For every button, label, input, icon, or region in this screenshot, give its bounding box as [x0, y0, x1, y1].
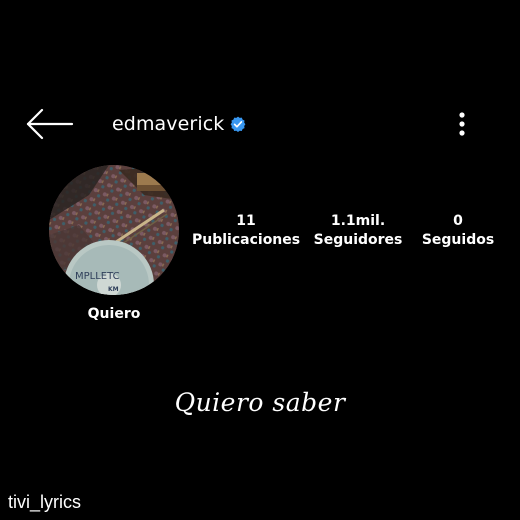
arrow-left-icon	[26, 108, 74, 140]
avatar-text-km: KM	[108, 286, 119, 293]
followers-count: 1.1mil.	[330, 213, 386, 229]
posts-label: Publicaciones	[192, 232, 301, 248]
verified-badge-icon	[230, 116, 246, 132]
stat-followers[interactable]: 1.1mil. Seguidores	[312, 212, 404, 250]
posts-count: 11	[236, 213, 256, 229]
avatar-image: MPLLETC KM ED	[49, 165, 179, 295]
username-row: edmaverick	[112, 110, 246, 138]
back-button[interactable]	[24, 106, 76, 142]
following-label: Seguidos	[421, 232, 495, 248]
more-vertical-icon	[459, 112, 465, 136]
following-count: 0	[453, 213, 463, 229]
stat-posts[interactable]: 11 Publicaciones	[192, 212, 300, 250]
profile-display-name: Quiero	[87, 306, 141, 322]
username: edmaverick	[112, 113, 225, 135]
followers-label: Seguidores	[313, 232, 403, 248]
lyric-caption: Quiero saber	[174, 388, 346, 417]
watermark-handle: tivi_lyrics	[8, 492, 82, 512]
avatar-text-mplletc: MPLLETC	[75, 271, 120, 282]
stat-following[interactable]: 0 Seguidos	[420, 212, 496, 250]
profile-screen: edmaverick MPLLETC KM ED Quiero 11 Publi…	[0, 0, 520, 520]
profile-avatar[interactable]: MPLLETC KM ED	[49, 165, 179, 295]
more-options-button[interactable]	[450, 110, 474, 138]
avatar-text-ed: ED	[159, 172, 168, 179]
